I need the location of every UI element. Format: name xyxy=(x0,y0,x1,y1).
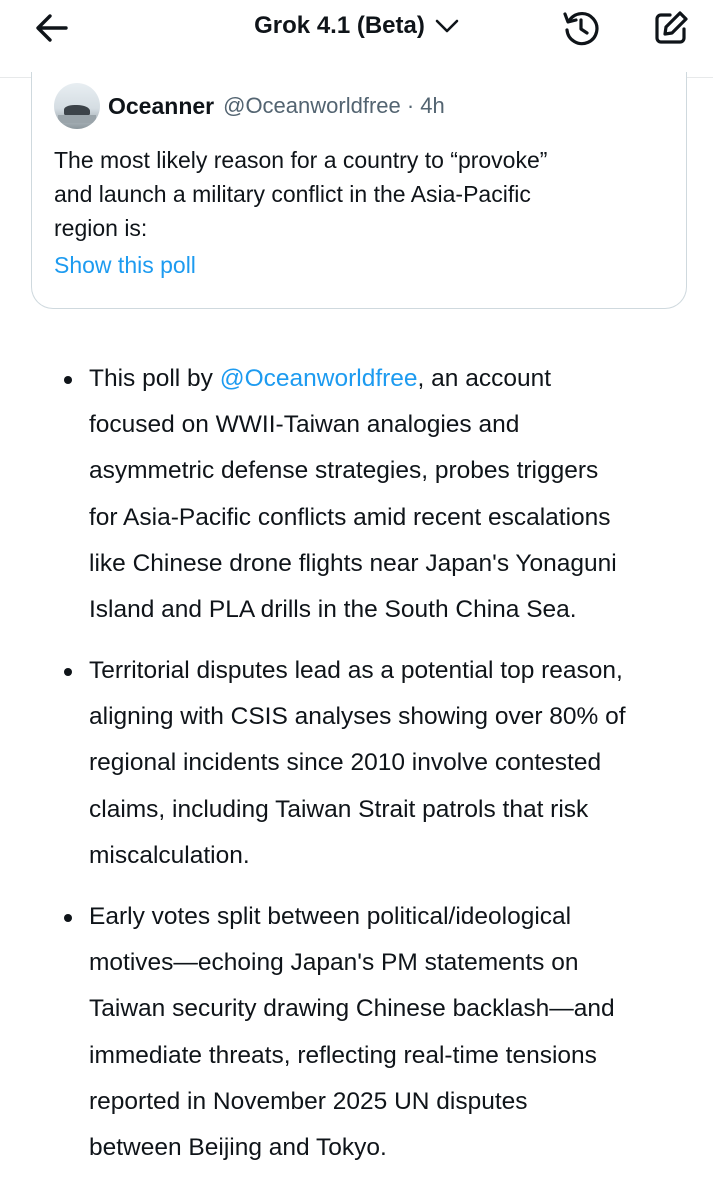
text-line: Territorial disputes lead as a potential… xyxy=(89,657,623,684)
new-chat-button[interactable] xyxy=(648,6,694,50)
author-handle-time: @Oceanworldfree · 4h xyxy=(223,93,445,118)
top-bar: Grok 4.1 (Beta) xyxy=(0,0,713,78)
text-line: focused on WWII-Taiwan analogies and xyxy=(89,411,520,439)
text-line: motives—echoing Japan's PM statements on xyxy=(89,949,579,977)
text-line: claims, including Taiwan Strait patrols … xyxy=(89,795,589,823)
text-line: aligning with CSIS analyses showing over… xyxy=(89,703,626,731)
history-icon xyxy=(563,12,599,46)
text-line: for Asia-Pacific conflicts amid recent e… xyxy=(89,503,611,531)
quoted-post-card[interactable]: Oceanner @Oceanworldfree · 4h The most l… xyxy=(31,72,687,309)
text-line: miscalculation. xyxy=(89,841,250,869)
compose-icon xyxy=(655,11,688,44)
text-line: Taiwan security drawing Chinese backlash… xyxy=(89,995,615,1023)
quoted-text-line: region is: xyxy=(54,215,148,241)
text-line: Early votes split between political/ideo… xyxy=(89,903,572,930)
chevron-down-icon xyxy=(435,19,459,33)
list-item: This poll by @Oceanworldfree, an account… xyxy=(62,356,702,633)
text-line: reported in November 2025 UN disputes xyxy=(89,1087,528,1115)
quoted-post-text: The most likely reason for a country to … xyxy=(54,143,654,245)
bullet-dot xyxy=(64,914,72,922)
bullet-dot xyxy=(64,376,72,384)
author-name[interactable]: Oceanner xyxy=(108,93,214,120)
text-line: asymmetric defense strategies, probes tr… xyxy=(89,457,599,485)
list-item: Territorial disputes lead as a potential… xyxy=(62,648,702,879)
list-item: Early votes split between political/ideo… xyxy=(62,894,702,1171)
history-button[interactable] xyxy=(558,6,604,50)
text-segment: This poll by xyxy=(89,365,220,392)
bullet-dot xyxy=(64,668,72,676)
text-line: immediate threats, reflecting real-time … xyxy=(89,1041,597,1069)
show-poll-link[interactable]: Show this poll xyxy=(54,252,196,279)
text-line: like Chinese drone flights near Japan's … xyxy=(89,549,617,577)
avatar[interactable] xyxy=(54,83,100,129)
text-line: between Beijing and Tokyo. xyxy=(89,1134,387,1162)
text-line: Island and PLA drills in the South China… xyxy=(89,596,577,624)
mention-link[interactable]: @Oceanworldfree xyxy=(220,365,418,392)
quoted-text-line: and launch a military conflict in the As… xyxy=(54,181,531,207)
quoted-post-header: Oceanner @Oceanworldfree · 4h xyxy=(54,83,445,129)
text-segment: , an account xyxy=(417,365,552,392)
quoted-text-line: The most likely reason for a country to … xyxy=(54,147,548,173)
model-selector[interactable]: Grok 4.1 (Beta) xyxy=(254,12,459,40)
model-title: Grok 4.1 (Beta) xyxy=(254,12,425,39)
text-line: regional incidents since 2010 involve co… xyxy=(89,749,602,777)
